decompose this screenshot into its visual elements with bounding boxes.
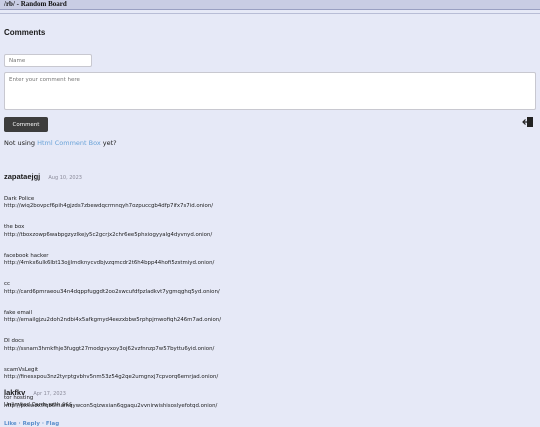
promo-line: Not using Html Comment Box yet? [4, 139, 117, 147]
board-title-bar: /rb/ - Random Board [0, 0, 540, 10]
comment-author[interactable]: lakfkv [4, 388, 25, 397]
promo-suffix: yet? [100, 139, 117, 147]
reply-link[interactable]: Reply [23, 421, 40, 427]
comment-line: fake email http://emailgjzu2doh2ndbi4x5af… [4, 309, 222, 324]
comment-author[interactable]: zapataejgj [4, 172, 40, 181]
like-link[interactable]: Like [4, 421, 17, 427]
comment-line: cc http://card6pmraeou34n4dqppfuggdt2oo2s… [4, 281, 220, 295]
board-title: /rb/ - Random Board [4, 0, 67, 8]
flag-link[interactable]: Flag [46, 421, 59, 427]
comment-line: Unlimited Cards with $$$ [4, 402, 73, 408]
name-input[interactable] [4, 54, 92, 67]
header-divider [0, 10, 540, 14]
comment-line: Dark Police http://wiq2bovpcf6pih4gjzds7z… [4, 195, 214, 210]
comments-heading: Comments [4, 28, 46, 37]
comment-line: facebook hacker http://4mkx6ulk6lbt13ojjl… [4, 252, 215, 267]
promo-prefix: Not using [4, 139, 38, 147]
comment-actions: Like · Reply · Flag [4, 420, 60, 427]
comment-date: Apr 17, 2023 [33, 391, 66, 397]
comment-line: the box http://tboxzowp6wabpgzyzlkejy5c2g… [4, 224, 213, 238]
comment-date: Aug 10, 2023 [48, 175, 82, 181]
comment-item: lakfkv Apr 17, 2023 Unlimited Cards with… [4, 380, 536, 410]
promo-link[interactable]: Html Comment Box [37, 139, 101, 147]
comment-textarea[interactable] [4, 72, 536, 110]
comment-submit-button[interactable]: Comment [4, 117, 48, 132]
logout-icon[interactable] [522, 116, 534, 128]
comment-line: DI docs http://ssnam3hmkfhje3fuggt27modgv… [4, 338, 215, 352]
